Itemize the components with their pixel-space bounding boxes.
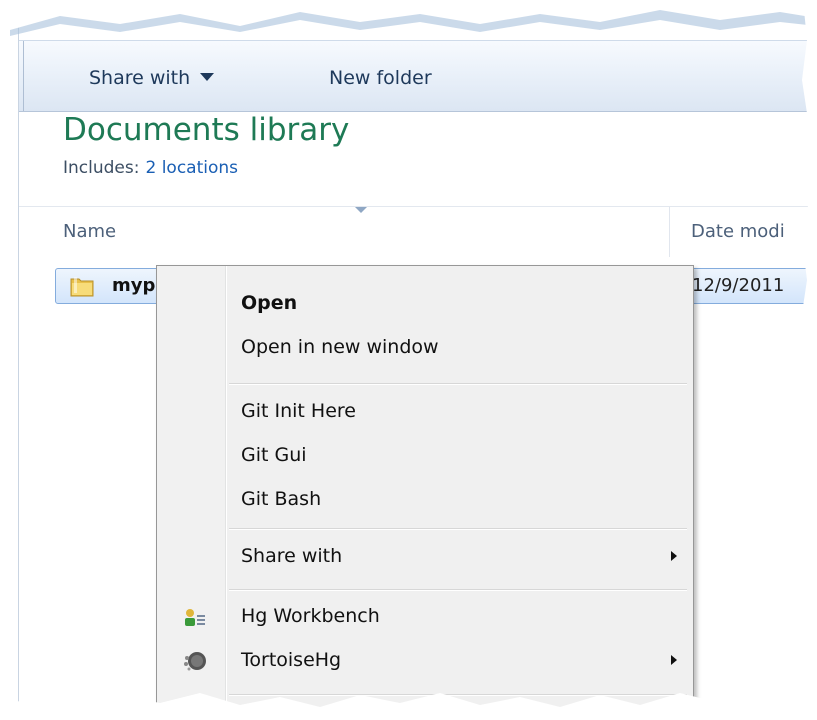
locations-link[interactable]: 2 locations <box>145 158 238 178</box>
folder-icon <box>70 277 94 297</box>
menu-item-label: Open in new window <box>241 336 439 358</box>
chevron-right-icon <box>671 655 677 665</box>
column-separator[interactable] <box>669 207 670 257</box>
column-header-row: Name Date modi <box>19 206 817 257</box>
menu-separator <box>229 589 687 591</box>
menu-item-label: Share with <box>241 545 343 567</box>
library-title: Documents library <box>63 112 350 148</box>
menu-separator <box>229 383 687 385</box>
menu-item-git-gui[interactable]: Git Gui <box>157 435 693 475</box>
chevron-down-icon <box>200 73 215 81</box>
hg-workbench-icon <box>185 609 205 626</box>
menu-item-label: Hg Workbench <box>241 605 380 627</box>
tortoisehg-icon <box>184 652 206 671</box>
menu-item-label: Git Init Here <box>241 400 356 422</box>
column-header-name[interactable]: Name <box>63 221 116 242</box>
menu-separator <box>229 528 687 530</box>
menu-item-label: TortoiseHg <box>241 649 342 671</box>
menu-item-open[interactable]: Open <box>157 283 693 323</box>
menu-item-tortoisehg[interactable]: TortoiseHg <box>157 640 693 680</box>
new-folder-button[interactable]: New folder <box>329 67 432 89</box>
menu-item-label: Open <box>241 292 298 314</box>
menu-item-git-init-here[interactable]: Git Init Here <box>157 391 693 431</box>
library-includes: Includes: 2 locations <box>63 158 238 178</box>
torn-edge-top <box>0 0 817 36</box>
file-date: 12/9/2011 <box>692 275 785 296</box>
toolbar-left-edge <box>19 41 24 111</box>
chevron-right-icon <box>671 551 677 561</box>
torn-edge-right <box>801 0 817 720</box>
command-bar: Share with New folder <box>19 40 817 112</box>
menu-item-share-with[interactable]: Share with <box>157 536 693 576</box>
menu-item-label: Git Gui <box>241 444 307 466</box>
sort-arrow-icon <box>355 207 367 213</box>
includes-label: Includes: <box>63 158 140 178</box>
menu-item-label: Git Bash <box>241 488 322 510</box>
menu-item-open-new-window[interactable]: Open in new window <box>157 327 693 367</box>
explorer-screenshot: Share with New folder Documents library … <box>0 0 817 720</box>
context-menu: Open Open in new window Git Init Here Gi… <box>156 265 694 720</box>
share-with-button[interactable]: Share with <box>89 67 215 89</box>
share-with-label: Share with <box>89 67 191 89</box>
menu-item-hg-workbench[interactable]: Hg Workbench <box>157 596 693 636</box>
torn-edge-bottom <box>0 691 817 720</box>
menu-item-git-bash[interactable]: Git Bash <box>157 479 693 519</box>
column-header-date-modified[interactable]: Date modi <box>691 221 785 242</box>
